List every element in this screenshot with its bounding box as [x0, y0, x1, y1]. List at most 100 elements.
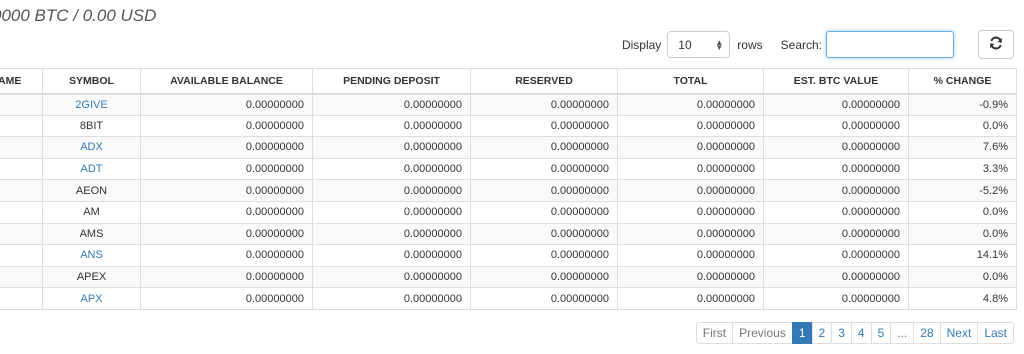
table-row: 8BIT 0.00000000 0.00000000 0.00000000 0.0000…: [0, 114, 1017, 138]
column-header-reserved[interactable]: RESERVED: [470, 68, 618, 95]
cell-reserved: 0.00000000: [470, 244, 618, 267]
cell-percent-change: 0.0%: [908, 200, 1017, 224]
symbol-link[interactable]: ADT: [81, 163, 103, 175]
cell-est-btc-value: 0.00000000: [763, 287, 909, 310]
symbol-text: AM: [83, 206, 100, 219]
cell-reserved: 0.00000000: [470, 157, 618, 181]
pagination-page-3[interactable]: 3: [831, 322, 852, 344]
cell-name: [0, 157, 43, 181]
cell-pending-deposit: 0.00000000: [312, 136, 471, 159]
cell-percent-change: 0.0%: [908, 265, 1017, 289]
column-header-symbol[interactable]: SYMBOL: [42, 68, 141, 95]
column-header-percent-change[interactable]: % CHANGE: [908, 68, 1017, 95]
table-row: ANS 0.00000000 0.00000000 0.00000000 0.00000…: [0, 244, 1017, 267]
cell-symbol: AMS: [42, 222, 141, 246]
cell-reserved: 0.00000000: [470, 136, 618, 159]
cell-available-balance: 0.00000000: [140, 244, 313, 267]
cell-symbol: ADT: [42, 157, 141, 181]
pagination-page-4[interactable]: 4: [850, 322, 872, 344]
symbol-link[interactable]: ANS: [80, 249, 103, 261]
cell-percent-change: 7.6%: [908, 136, 1017, 159]
cell-percent-change: 0.0%: [908, 222, 1017, 246]
pagination-page-1[interactable]: 1: [791, 322, 813, 344]
cell-pending-deposit: 0.00000000: [312, 93, 471, 116]
cell-available-balance: 0.00000000: [140, 222, 313, 246]
search-input[interactable]: [826, 31, 954, 58]
cell-name: [0, 93, 43, 116]
pagination-previous[interactable]: Previous: [732, 322, 793, 344]
cell-est-btc-value: 0.00000000: [763, 222, 909, 246]
cell-symbol: APEX: [42, 265, 141, 289]
table-row: 2GIVE 0.00000000 0.00000000 0.00000000 0.000…: [0, 93, 1017, 116]
rows-label: rows: [737, 37, 763, 52]
column-header-available-balance[interactable]: AVAILABLE BALANCE: [140, 68, 313, 95]
cell-total: 0.00000000: [617, 287, 764, 310]
symbol-link[interactable]: ADX: [80, 141, 103, 153]
column-header-pending-deposit[interactable]: PENDING DEPOSIT: [312, 68, 471, 95]
cell-total: 0.00000000: [617, 93, 764, 116]
cell-available-balance: 0.00000000: [140, 200, 313, 224]
rows-per-page-value: 10: [678, 37, 692, 52]
cell-symbol: 2GIVE: [42, 93, 141, 116]
cell-symbol: ADX: [42, 136, 141, 159]
cell-available-balance: 0.00000000: [140, 179, 313, 202]
table-row: APX 0.00000000 0.00000000 0.00000000 0.00000…: [0, 287, 1017, 310]
cell-name: [0, 287, 43, 310]
search-label: Search:: [780, 37, 822, 52]
cell-total: 0.00000000: [617, 136, 764, 159]
symbol-text: 8BIT: [79, 119, 104, 132]
cell-pending-deposit: 0.00000000: [312, 222, 471, 246]
pagination-page-5[interactable]: 5: [870, 322, 892, 344]
cell-est-btc-value: 0.00000000: [763, 114, 909, 138]
refresh-button[interactable]: [978, 30, 1014, 59]
cell-name: [0, 222, 43, 246]
pagination-page-28[interactable]: 28: [913, 322, 941, 344]
column-header-name[interactable]: AME: [0, 68, 43, 95]
cell-symbol: AM: [42, 200, 141, 224]
table-row: ADX 0.00000000 0.00000000 0.00000000 0.00000…: [0, 136, 1017, 159]
pagination-first[interactable]: First: [695, 322, 734, 344]
cell-total: 0.00000000: [617, 157, 764, 181]
cell-pending-deposit: 0.00000000: [312, 179, 471, 202]
cell-total: 0.00000000: [617, 179, 764, 202]
cell-percent-change: 3.3%: [908, 157, 1017, 181]
cell-total: 0.00000000: [617, 200, 764, 224]
cell-available-balance: 0.00000000: [140, 265, 313, 289]
cell-symbol: AEON: [42, 179, 141, 202]
cell-pending-deposit: 0.00000000: [312, 200, 471, 224]
cell-name: [0, 200, 43, 224]
cell-est-btc-value: 0.00000000: [763, 265, 909, 289]
cell-pending-deposit: 0.00000000: [312, 244, 471, 267]
cell-total: 0.00000000: [617, 244, 764, 267]
symbol-text: AEON: [75, 184, 108, 197]
cell-name: [0, 265, 43, 289]
cell-pending-deposit: 0.00000000: [312, 114, 471, 138]
cell-name: [0, 136, 43, 159]
table-row: AMS 0.00000000 0.00000000 0.00000000 0.00000…: [0, 222, 1017, 246]
symbol-link[interactable]: 2GIVE: [75, 99, 107, 111]
symbol-link[interactable]: APX: [80, 293, 102, 305]
cell-est-btc-value: 0.00000000: [763, 157, 909, 181]
display-label: Display: [621, 37, 662, 52]
cell-reserved: 0.00000000: [470, 265, 618, 289]
cell-available-balance: 0.00000000: [140, 287, 313, 310]
rows-per-page-select[interactable]: 10 ▲ ▼: [667, 31, 731, 58]
pagination-page-2[interactable]: 2: [811, 322, 833, 344]
cell-percent-change: -5.2%: [908, 179, 1017, 202]
cell-percent-change: 14.1%: [908, 244, 1017, 267]
pagination-next[interactable]: Next: [939, 322, 979, 344]
column-header-est-btc-value[interactable]: EST. BTC VALUE: [763, 68, 909, 95]
cell-name: [0, 114, 43, 138]
pagination-last[interactable]: Last: [977, 322, 1014, 344]
column-header-total[interactable]: TOTAL: [617, 68, 764, 95]
cell-available-balance: 0.00000000: [140, 114, 313, 138]
cell-reserved: 0.00000000: [470, 287, 618, 310]
cell-est-btc-value: 0.00000000: [763, 136, 909, 159]
cell-total: 0.00000000: [617, 222, 764, 246]
balance-summary: 0000 BTC / 0.00 USD: [0, 6, 157, 25]
cell-reserved: 0.00000000: [470, 179, 618, 202]
cell-reserved: 0.00000000: [470, 200, 618, 224]
cell-reserved: 0.00000000: [470, 114, 618, 138]
pagination-ellipsis: ...: [890, 322, 915, 344]
cell-percent-change: 4.8%: [908, 287, 1017, 310]
